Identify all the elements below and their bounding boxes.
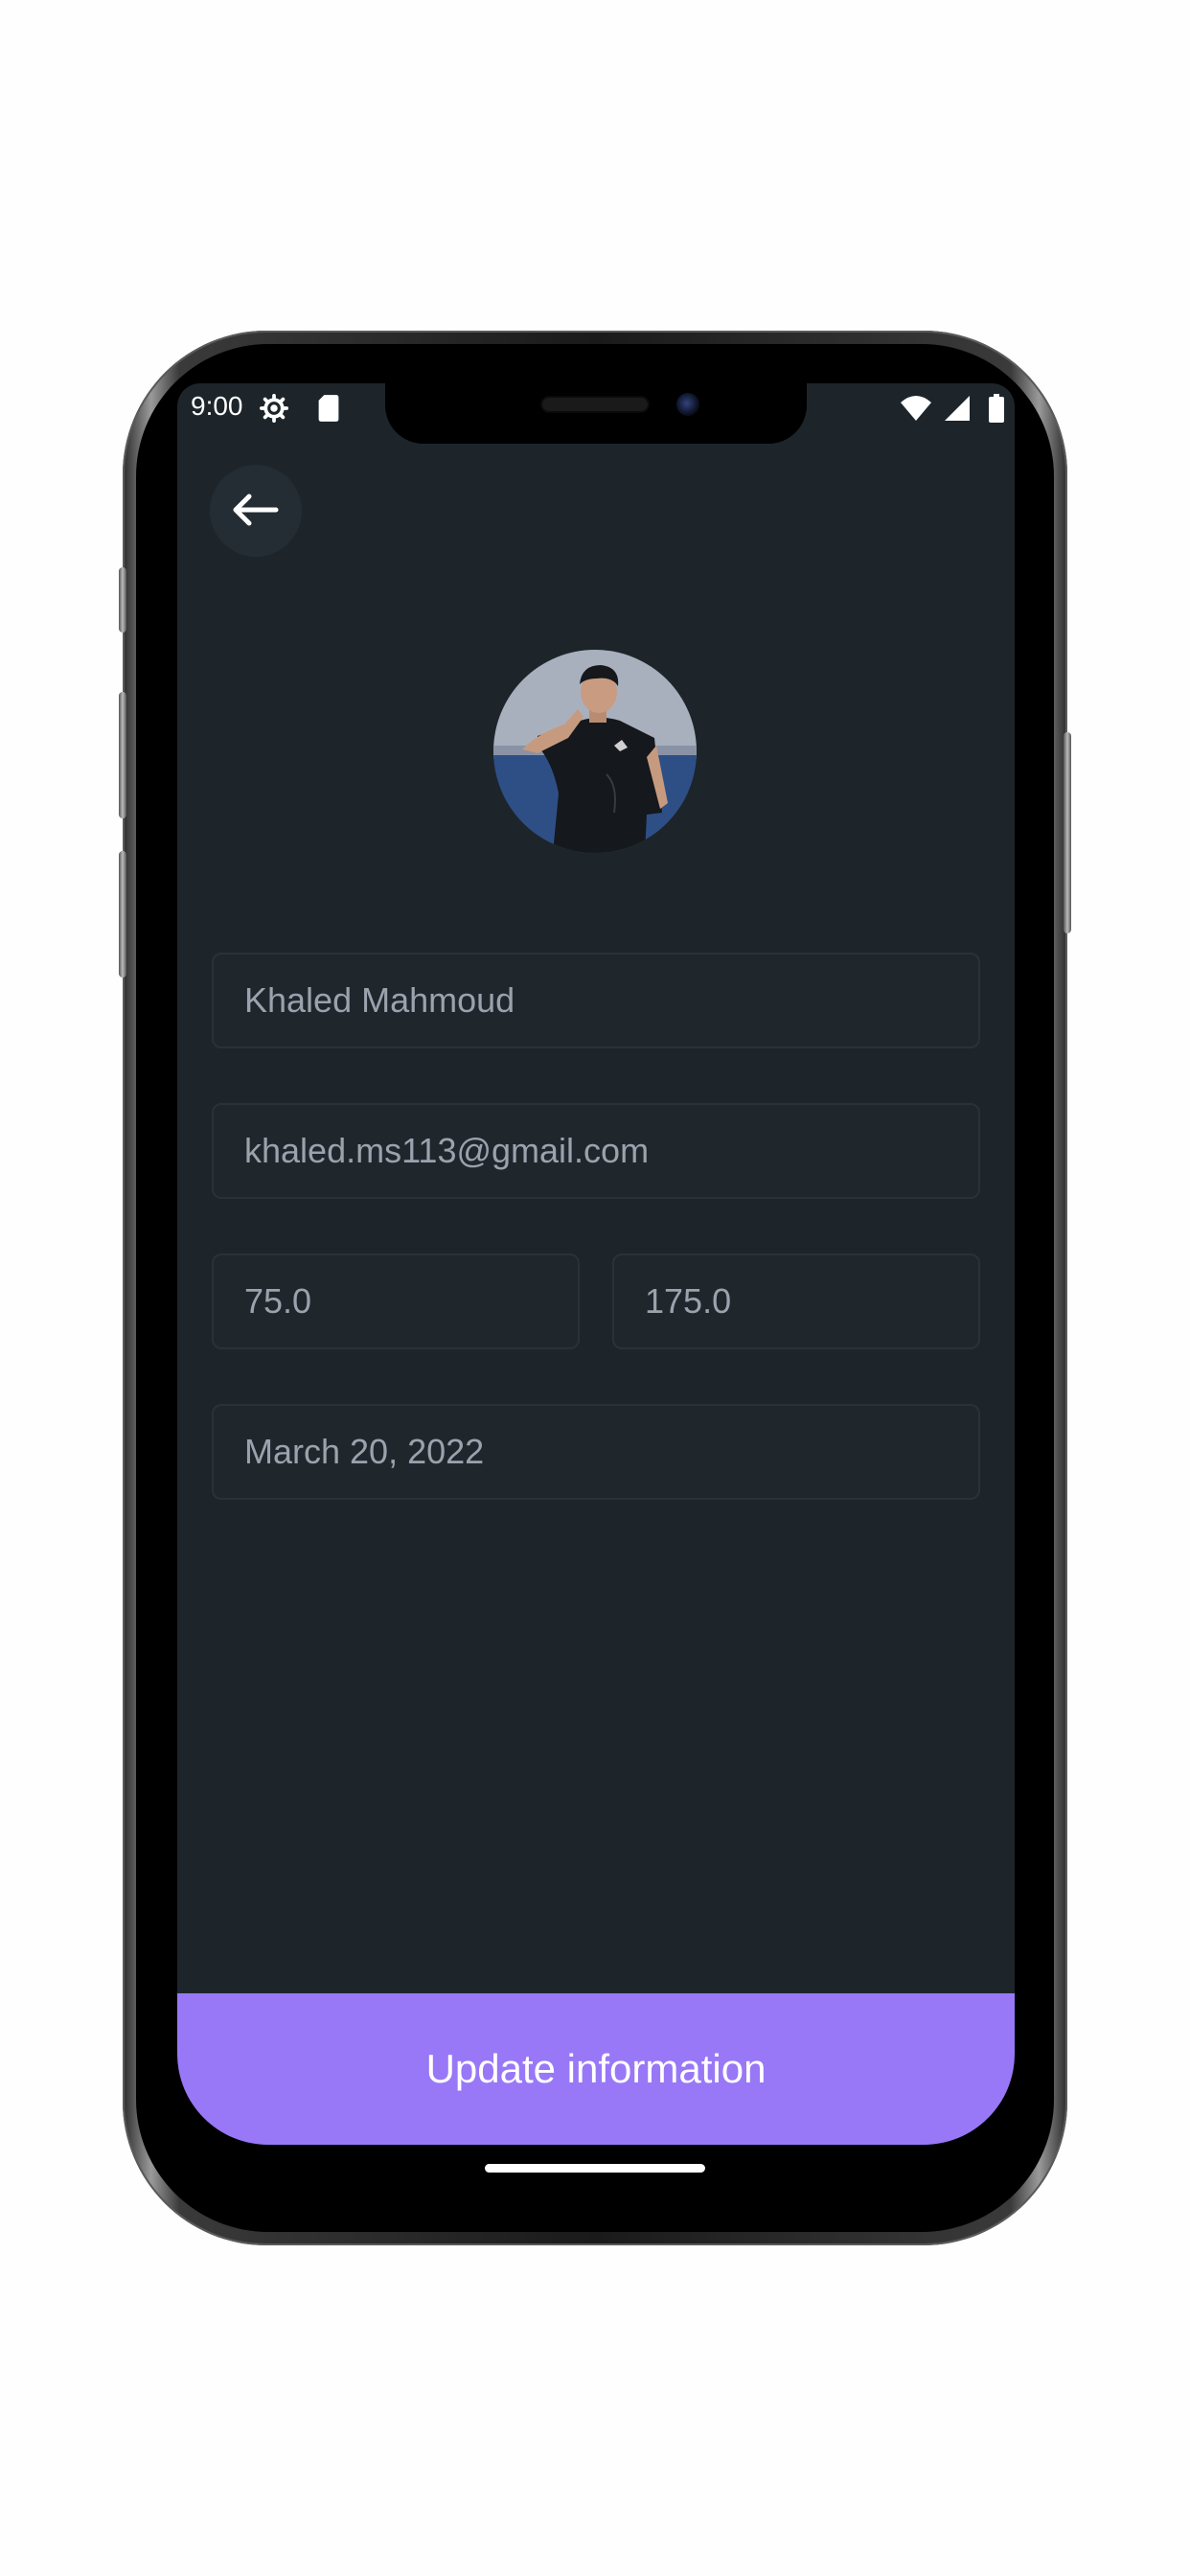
home-indicator[interactable] [485,2164,705,2173]
battery-icon [989,393,1004,423]
settings-gear-icon [260,393,288,423]
earpiece-speaker [542,398,648,411]
height-field[interactable] [612,1254,980,1349]
sd-card-icon [318,394,339,422]
cell-signal-icon [945,395,971,421]
mute-switch [119,567,126,632]
date-field[interactable] [212,1404,980,1500]
status-time: 9:00 [191,391,243,421]
status-right-icons [900,391,1005,423]
email-field[interactable] [212,1103,980,1199]
weight-field[interactable] [212,1254,580,1349]
device-notch [385,380,807,444]
back-button[interactable] [210,465,302,557]
profile-photo [493,650,697,853]
arrow-left-icon [233,494,279,525]
status-left-icons [260,391,340,423]
volume-down-button [119,851,126,978]
front-camera [676,393,699,416]
avatar[interactable] [493,650,697,853]
power-button [1064,732,1071,933]
volume-up-button [119,692,126,818]
app-screen: 9:00 Khaled Mahmoud khaled.ms113@gmail.c… [177,383,1015,2145]
name-field[interactable] [212,953,980,1048]
wifi-icon [901,395,932,421]
update-information-button[interactable]: Update information [177,1993,1015,2145]
